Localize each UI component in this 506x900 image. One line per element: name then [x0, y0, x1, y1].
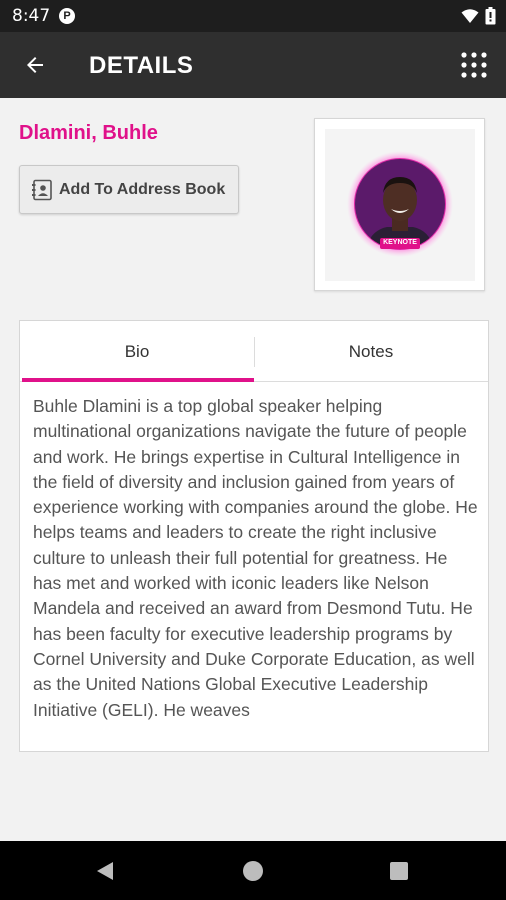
arrow-left-icon [27, 57, 43, 73]
nav-back-button[interactable] [89, 855, 121, 887]
status-bar: 8:47 P [0, 0, 506, 32]
wifi-icon [461, 8, 479, 29]
recents-square-icon [390, 862, 408, 880]
add-to-address-book-button[interactable]: Add To Address Book [19, 165, 239, 214]
back-button[interactable] [18, 48, 52, 82]
photo-frame: KEYNOTE [325, 129, 475, 281]
speaker-avatar: KEYNOTE [347, 151, 453, 262]
bio-text: Buhle Dlamini is a top global speaker he… [33, 396, 478, 720]
status-icons [461, 7, 496, 30]
battery-icon [485, 7, 496, 30]
grid-menu-button[interactable] [458, 49, 490, 81]
app-notification-icon: P [59, 8, 75, 24]
tab-bar: Bio Notes [20, 321, 488, 382]
home-circle-icon [243, 861, 263, 881]
grid-icon [461, 52, 487, 78]
nav-home-button[interactable] [237, 855, 269, 887]
page-title: DETAILS [89, 52, 194, 79]
nav-recents-button[interactable] [383, 855, 415, 887]
keynote-badge: KEYNOTE [383, 239, 417, 246]
active-tab-indicator [22, 378, 254, 382]
add-to-address-book-label: Add To Address Book [59, 180, 226, 198]
status-time: 8:47 [12, 6, 51, 26]
tab-notes[interactable]: Notes [254, 321, 488, 382]
speaker-name: Dlamini, Buhle [19, 122, 158, 144]
tab-bio[interactable]: Bio [20, 321, 254, 382]
bio-notes-card: Bio Notes Buhle Dlamini is a top global … [19, 320, 489, 752]
back-triangle-icon [97, 862, 113, 880]
contact-card-icon [32, 179, 52, 200]
speaker-photo-card: KEYNOTE [314, 118, 485, 291]
app-bar: DETAILS [0, 32, 506, 98]
system-nav-bar [0, 841, 506, 900]
